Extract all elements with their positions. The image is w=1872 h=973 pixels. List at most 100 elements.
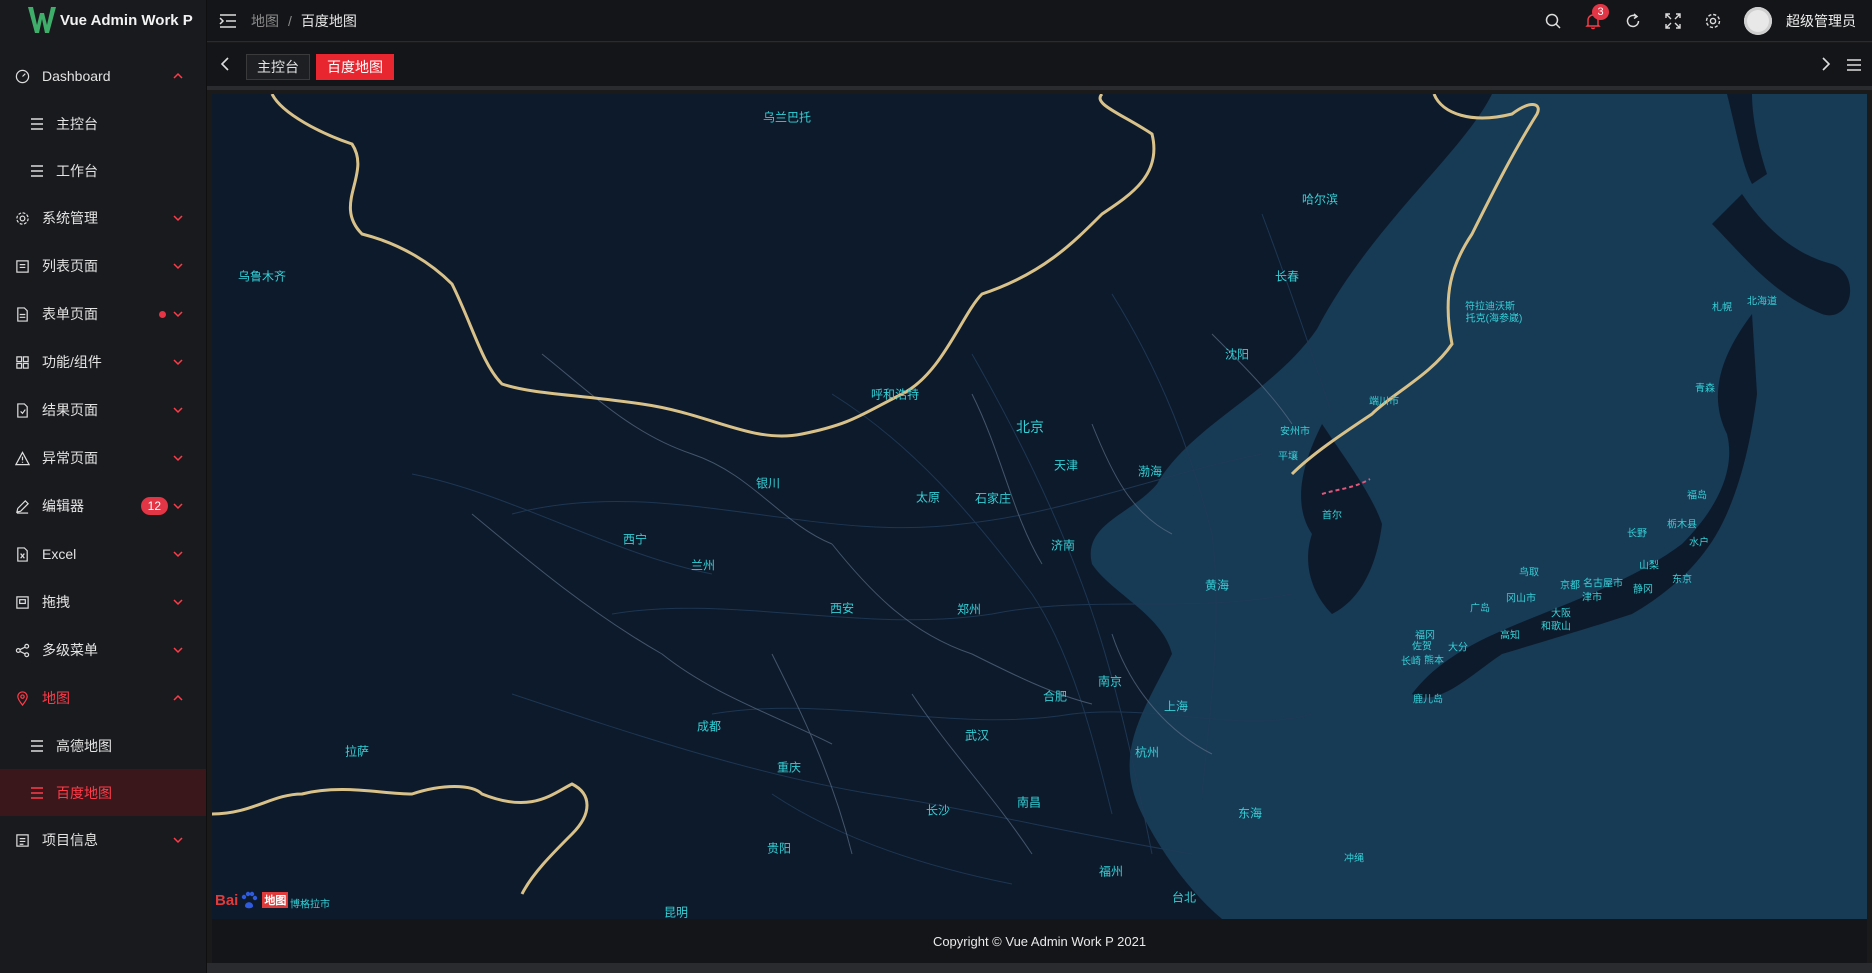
tab-console[interactable]: 主控台 [246,54,310,80]
map-city-label: 台北 [1171,890,1197,905]
excel-icon [15,546,30,562]
sidebar-item-editor[interactable]: 编辑器 12 [0,482,206,530]
map-city-label: 西宁 [622,532,648,547]
breadcrumb-item[interactable]: 地图 [251,11,279,31]
sidebar-item-components[interactable]: 功能/组件 [0,338,206,386]
map-city-label: 鸟取 [1519,567,1539,579]
sidebar-item-label: 功能/组件 [42,354,102,370]
map-city-label: 呼和浩特 [870,387,920,402]
map-city-label: 福州 [1098,864,1124,879]
map-city-label: 郑州 [956,602,982,617]
sidebar-item-label: 拖拽 [42,594,70,610]
map-city-label: 南京 [1097,674,1123,689]
chevron-down-icon [173,407,183,414]
sidebar-subitem-label: 百度地图 [56,784,112,801]
sidebar: Vue Admin Work P Dashboard 主控台 工作台 系统管理 … [0,0,207,973]
sidebar-menu: Dashboard 主控台 工作台 系统管理 列表页面 表单页面 功能/组件 结… [0,52,206,864]
sidebar-item-system[interactable]: 系统管理 [0,194,206,242]
chevron-left-icon[interactable] [219,57,231,71]
sidebar-item-project-info[interactable]: 项目信息 [0,816,206,864]
sidebar-item-label: 表单页面 [42,306,98,322]
sidebar-item-form[interactable]: 表单页面 [0,290,206,338]
map-city-label: 栃木县 [1667,519,1697,531]
sidebar-item-multilevel[interactable]: 多级菜单 [0,626,206,674]
chevron-down-icon [173,311,183,318]
map-city-label: 札幌 [1712,302,1732,314]
national-border [270,94,1156,438]
map-city-label: 沈阳 [1224,347,1250,362]
map-city-label: 乌兰巴托 [762,110,812,125]
sidebar-item-label: 异常页面 [42,450,98,466]
fullscreen-icon[interactable] [1664,12,1682,30]
map-city-label: 长崎 [1401,656,1421,668]
search-icon[interactable] [1544,12,1562,30]
top-header: 地图 / 百度地图 3 超级管理员 [207,0,1872,42]
chevron-up-icon [173,694,183,701]
status-dot [159,311,166,318]
map-city-label: 冈山市 [1506,593,1536,605]
list-icon [15,259,30,274]
baidu-logo-text: Bai [215,891,239,909]
tab-baidumap[interactable]: 百度地图 [316,54,394,80]
map-city-label: 西安 [829,601,855,616]
menu-lines-icon [31,117,43,130]
map-city-label: 东海 [1237,806,1263,821]
menu-fold-icon[interactable] [219,13,237,29]
map-city-label: 端川市 [1369,396,1399,408]
sidebar-item-dashboard[interactable]: Dashboard [0,52,206,100]
map-city-label: 东京 [1672,574,1692,586]
sidebar-item-map[interactable]: 地图 [0,674,206,722]
map-city-label: 渤海 [1137,464,1163,479]
map-city-label: 山梨 [1639,560,1659,572]
share-icon [15,643,30,658]
sidebar-subitem-amap[interactable]: 高德地图 [0,722,206,769]
baidu-map-logo[interactable]: Bai 地图 [215,889,289,911]
chevron-right-icon[interactable] [1820,57,1832,71]
sidebar-item-drag[interactable]: 拖拽 [0,578,206,626]
map-city-label: 重庆 [776,760,802,775]
map-city-label: 冲绳 [1344,853,1364,865]
copyright-text: Copyright © Vue Admin Work P 2021 [932,933,1147,949]
warning-icon [15,450,30,466]
sidebar-item-label: Excel [42,546,77,562]
chevron-down-icon [173,503,183,510]
footer: Copyright © Vue Admin Work P 2021 [212,919,1867,963]
sidebar-item-label: 多级菜单 [42,642,98,658]
map-city-label: 博格拉市 [290,899,330,911]
baidu-map[interactable]: 乌兰巴托 哈尔滨 乌鲁木齐 长春 符拉迪沃斯 托克(海参崴) 札幌 北海道 沈阳… [212,94,1867,919]
map-city-label: 广岛 [1470,603,1490,615]
username[interactable]: 超级管理员 [1786,11,1856,31]
sidebar-item-exception[interactable]: 异常页面 [0,434,206,482]
logo-icon [28,7,56,33]
map-city-label: 上海 [1163,699,1189,714]
map-city-label: 成都 [696,719,722,734]
sidebar-item-excel[interactable]: Excel [0,530,206,578]
sidebar-subitem-console[interactable]: 主控台 [0,100,206,147]
settings-icon[interactable] [1704,12,1722,30]
sidebar-item-list[interactable]: 列表页面 [0,242,206,290]
map-city-label: 南昌 [1016,795,1042,810]
sidebar-subitem-baidumap[interactable]: 百度地图 [0,769,206,816]
app-logo[interactable]: Vue Admin Work P [0,0,206,40]
avatar[interactable] [1744,7,1772,35]
form-icon [15,306,30,322]
map-city-label: 平壤 [1278,451,1298,463]
sidebar-subitem-workbench[interactable]: 工作台 [0,147,206,194]
count-badge: 12 [140,497,168,515]
location-icon [15,690,30,706]
map-city-label: 贵阳 [766,841,792,856]
refresh-icon[interactable] [1624,12,1642,30]
notification-badge: 3 [1592,4,1609,20]
map-city-label: 拉萨 [344,744,370,759]
map-city-label: 长沙 [925,803,951,818]
chevron-down-icon [173,263,183,270]
map-city-label: 杭州 [1134,745,1160,760]
tab-menu-icon[interactable] [1846,59,1862,71]
sidebar-item-result[interactable]: 结果页面 [0,386,206,434]
map-city-label: 北京 [1016,419,1044,435]
map-city-label: 银川 [755,476,781,491]
map-city-label: 首尔 [1322,510,1342,522]
map-city-label: 太原 [915,490,941,505]
sidebar-item-label: 编辑器 [42,498,84,514]
notification-bell[interactable]: 3 [1584,4,1609,30]
